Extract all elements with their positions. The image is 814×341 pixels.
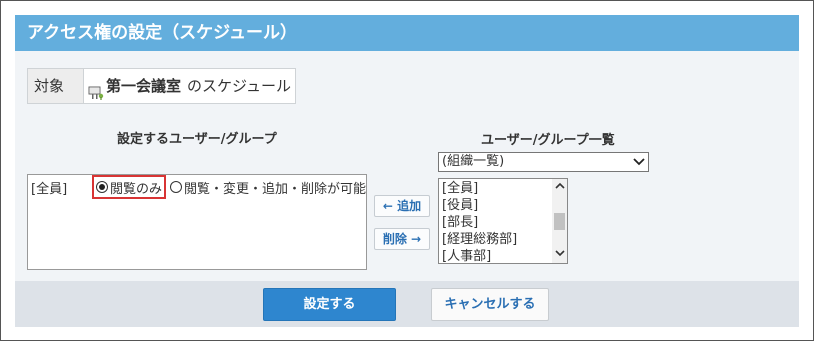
list-item[interactable]: [全員]: [439, 180, 553, 197]
organization-select[interactable]: (組織一覧): [438, 152, 649, 172]
left-panel-title: 設定するユーザー/グループ: [117, 132, 277, 147]
radio-full-access-circle[interactable]: [170, 181, 183, 193]
assigned-row-name: [全員]: [31, 181, 68, 197]
organization-select-value: (組織一覧): [442, 154, 505, 169]
scroll-down-icon[interactable]: [552, 247, 567, 262]
scroll-up-icon[interactable]: [552, 180, 567, 195]
listbox-scrollbar[interactable]: [552, 179, 567, 263]
list-item[interactable]: [役員]: [439, 197, 553, 214]
add-button[interactable]: ← 追加: [374, 195, 430, 217]
list-item[interactable]: [人事部]: [439, 248, 553, 263]
remove-button[interactable]: 削除 →: [374, 228, 430, 250]
target-value: 第一会議室 のスケジュール: [84, 69, 295, 103]
submit-button[interactable]: 設定する: [263, 288, 396, 321]
scroll-thumb[interactable]: [554, 213, 565, 230]
target-suffix: のスケジュール: [187, 77, 291, 95]
cancel-button[interactable]: キャンセルする: [431, 288, 549, 321]
chevron-down-icon: [633, 155, 645, 173]
assigned-list[interactable]: [全員] 閲覧のみ 閲覧・変更・追加・削除が可能: [27, 174, 367, 270]
radio-full-access[interactable]: 閲覧・変更・追加・削除が可能: [170, 178, 366, 197]
radio-full-access-label: 閲覧・変更・追加・削除が可能: [184, 181, 367, 197]
meeting-room-icon: [88, 79, 104, 100]
target-table: 対象 第一会議室 のスケジュール: [27, 68, 296, 104]
footer-bar: [15, 281, 799, 327]
assigned-row: [全員] 閲覧のみ 閲覧・変更・追加・削除が可能: [28, 175, 366, 199]
right-panel-title: ユーザー/グループ一覧: [481, 133, 615, 148]
radio-view-only-label: 閲覧のみ: [110, 181, 163, 197]
list-item[interactable]: [部長]: [439, 214, 553, 231]
target-label: 対象: [28, 69, 84, 103]
page-title: アクセス権の設定（スケジュール）: [15, 15, 799, 51]
room-name: 第一会議室: [106, 77, 182, 95]
list-item[interactable]: [経理総務部]: [439, 231, 553, 248]
group-listbox[interactable]: [全員] [役員] [部長] [経理総務部] [人事部]: [438, 178, 568, 264]
radio-view-only-circle[interactable]: [96, 181, 108, 193]
radio-view-only[interactable]: 閲覧のみ: [92, 175, 167, 199]
